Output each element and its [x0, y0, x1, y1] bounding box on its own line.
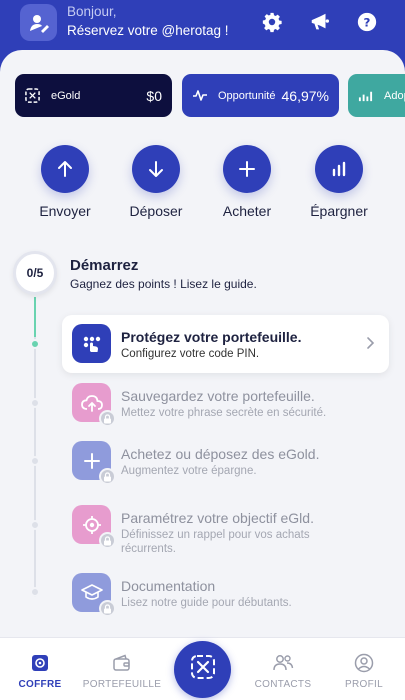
- lock-icon: [99, 410, 116, 427]
- step-protect-wallet[interactable]: Protégez votre portefeuille. Configurez …: [62, 315, 389, 373]
- plus-icon[interactable]: [223, 145, 271, 193]
- card-label: Opportunité: [218, 89, 276, 102]
- action-label: Épargner: [310, 203, 368, 219]
- user-edit-icon[interactable]: [20, 4, 57, 41]
- progress-ring: 0/5: [13, 251, 57, 295]
- step-dot: [30, 398, 40, 408]
- gear-icon[interactable]: [260, 10, 284, 34]
- step-backup-wallet[interactable]: Sauvegardez votre portefeuille. Mettez v…: [62, 374, 389, 432]
- herotag-link[interactable]: Réservez votre @herotag !: [67, 23, 229, 38]
- vault-icon: [0, 652, 85, 674]
- step-subtitle: Lisez notre guide pour débutants.: [121, 597, 292, 609]
- card-value: 46,97%: [281, 87, 329, 104]
- step-buy-egold[interactable]: Achetez ou déposez des eGold. Augmentez …: [62, 432, 389, 490]
- save-action[interactable]: Épargner: [299, 145, 379, 219]
- step-subtitle: Configurez votre code PIN.: [121, 348, 260, 360]
- step-subtitle: Augmentez votre épargne.: [121, 465, 257, 477]
- lock-icon: [99, 468, 116, 485]
- tab-label: PORTEFEUILLE: [82, 679, 162, 690]
- card-label: eGold: [51, 89, 81, 102]
- timeline-progress: [34, 297, 36, 337]
- tab-label: PROFIL: [345, 679, 383, 690]
- plus-icon: [72, 441, 116, 485]
- deposit-action[interactable]: Déposer: [116, 145, 196, 219]
- tab-profil[interactable]: PROFIL: [319, 652, 405, 690]
- step-set-goal[interactable]: Paramétrez votre objectif eGld. Définiss…: [62, 496, 389, 555]
- onboarding-subtitle: Gagnez des points ! Lisez le guide.: [70, 277, 257, 291]
- step-title: Paramétrez votre objectif eGld.: [121, 510, 314, 526]
- send-action[interactable]: Envoyer: [25, 145, 105, 219]
- tab-coffre[interactable]: COFFRE: [0, 652, 85, 690]
- tab-label: CONTACTS: [254, 679, 312, 690]
- egold-center-button[interactable]: [174, 641, 231, 698]
- step-dot: [30, 339, 40, 349]
- adoption-card[interactable]: Adop: [348, 74, 405, 117]
- arrow-down-icon[interactable]: [132, 145, 180, 193]
- svg-text:?: ?: [364, 16, 371, 30]
- onboarding-title: Démarrez: [70, 257, 139, 274]
- profile-icon: [319, 652, 405, 674]
- tab-portefeuille[interactable]: PORTEFEUILLE: [77, 652, 167, 690]
- opportunity-card[interactable]: Opportunité 46,97%: [182, 74, 339, 117]
- chart-up-icon: [358, 88, 373, 106]
- balance-cards[interactable]: eGold $0 Opportunité 46,97% Adop: [15, 74, 405, 118]
- action-label: Déposer: [129, 203, 183, 219]
- cloud-upload-icon: [72, 383, 116, 427]
- graduation-cap-icon: [72, 573, 116, 617]
- lock-icon: [99, 532, 116, 549]
- action-label: Envoyer: [39, 203, 91, 219]
- target-icon: [72, 505, 116, 549]
- chevron-right-icon: [366, 336, 375, 355]
- arrow-up-icon[interactable]: [41, 145, 89, 193]
- wallet-icon: [77, 652, 167, 674]
- pulse-icon: [192, 88, 208, 106]
- step-subtitle: Mettez votre phrase secrète en sécurité.: [121, 407, 327, 419]
- step-dot: [30, 587, 40, 597]
- step-title: Achetez ou déposez des eGold.: [121, 446, 320, 462]
- greeting-text: Bonjour,: [67, 4, 117, 19]
- tab-contacts[interactable]: CONTACTS: [238, 652, 328, 690]
- bar-chart-icon[interactable]: [315, 145, 363, 193]
- action-label: Acheter: [222, 203, 272, 219]
- egold-card[interactable]: eGold $0: [15, 74, 172, 117]
- help-icon[interactable]: ?: [355, 10, 379, 34]
- step-subtitle: Définissez un rappel pour vos achats réc…: [121, 529, 310, 555]
- step-title: Documentation: [121, 578, 216, 594]
- card-value: $0: [146, 87, 162, 104]
- step-title: Sauvegardez votre portefeuille.: [121, 388, 315, 404]
- pin-icon: [72, 324, 111, 363]
- step-documentation[interactable]: Documentation Lisez notre guide pour déb…: [62, 564, 389, 622]
- egold-icon: [25, 88, 40, 106]
- megaphone-icon[interactable]: [308, 10, 332, 34]
- step-dot: [30, 456, 40, 466]
- egold-icon: [190, 654, 216, 685]
- step-dot: [30, 520, 40, 530]
- buy-action[interactable]: Acheter: [207, 145, 287, 219]
- lock-icon: [99, 600, 116, 617]
- card-label: Adop: [384, 89, 405, 102]
- progress-text: 0/5: [26, 266, 44, 280]
- contacts-icon: [238, 652, 328, 674]
- tab-label: COFFRE: [18, 679, 62, 690]
- step-title: Protégez votre portefeuille.: [121, 329, 302, 345]
